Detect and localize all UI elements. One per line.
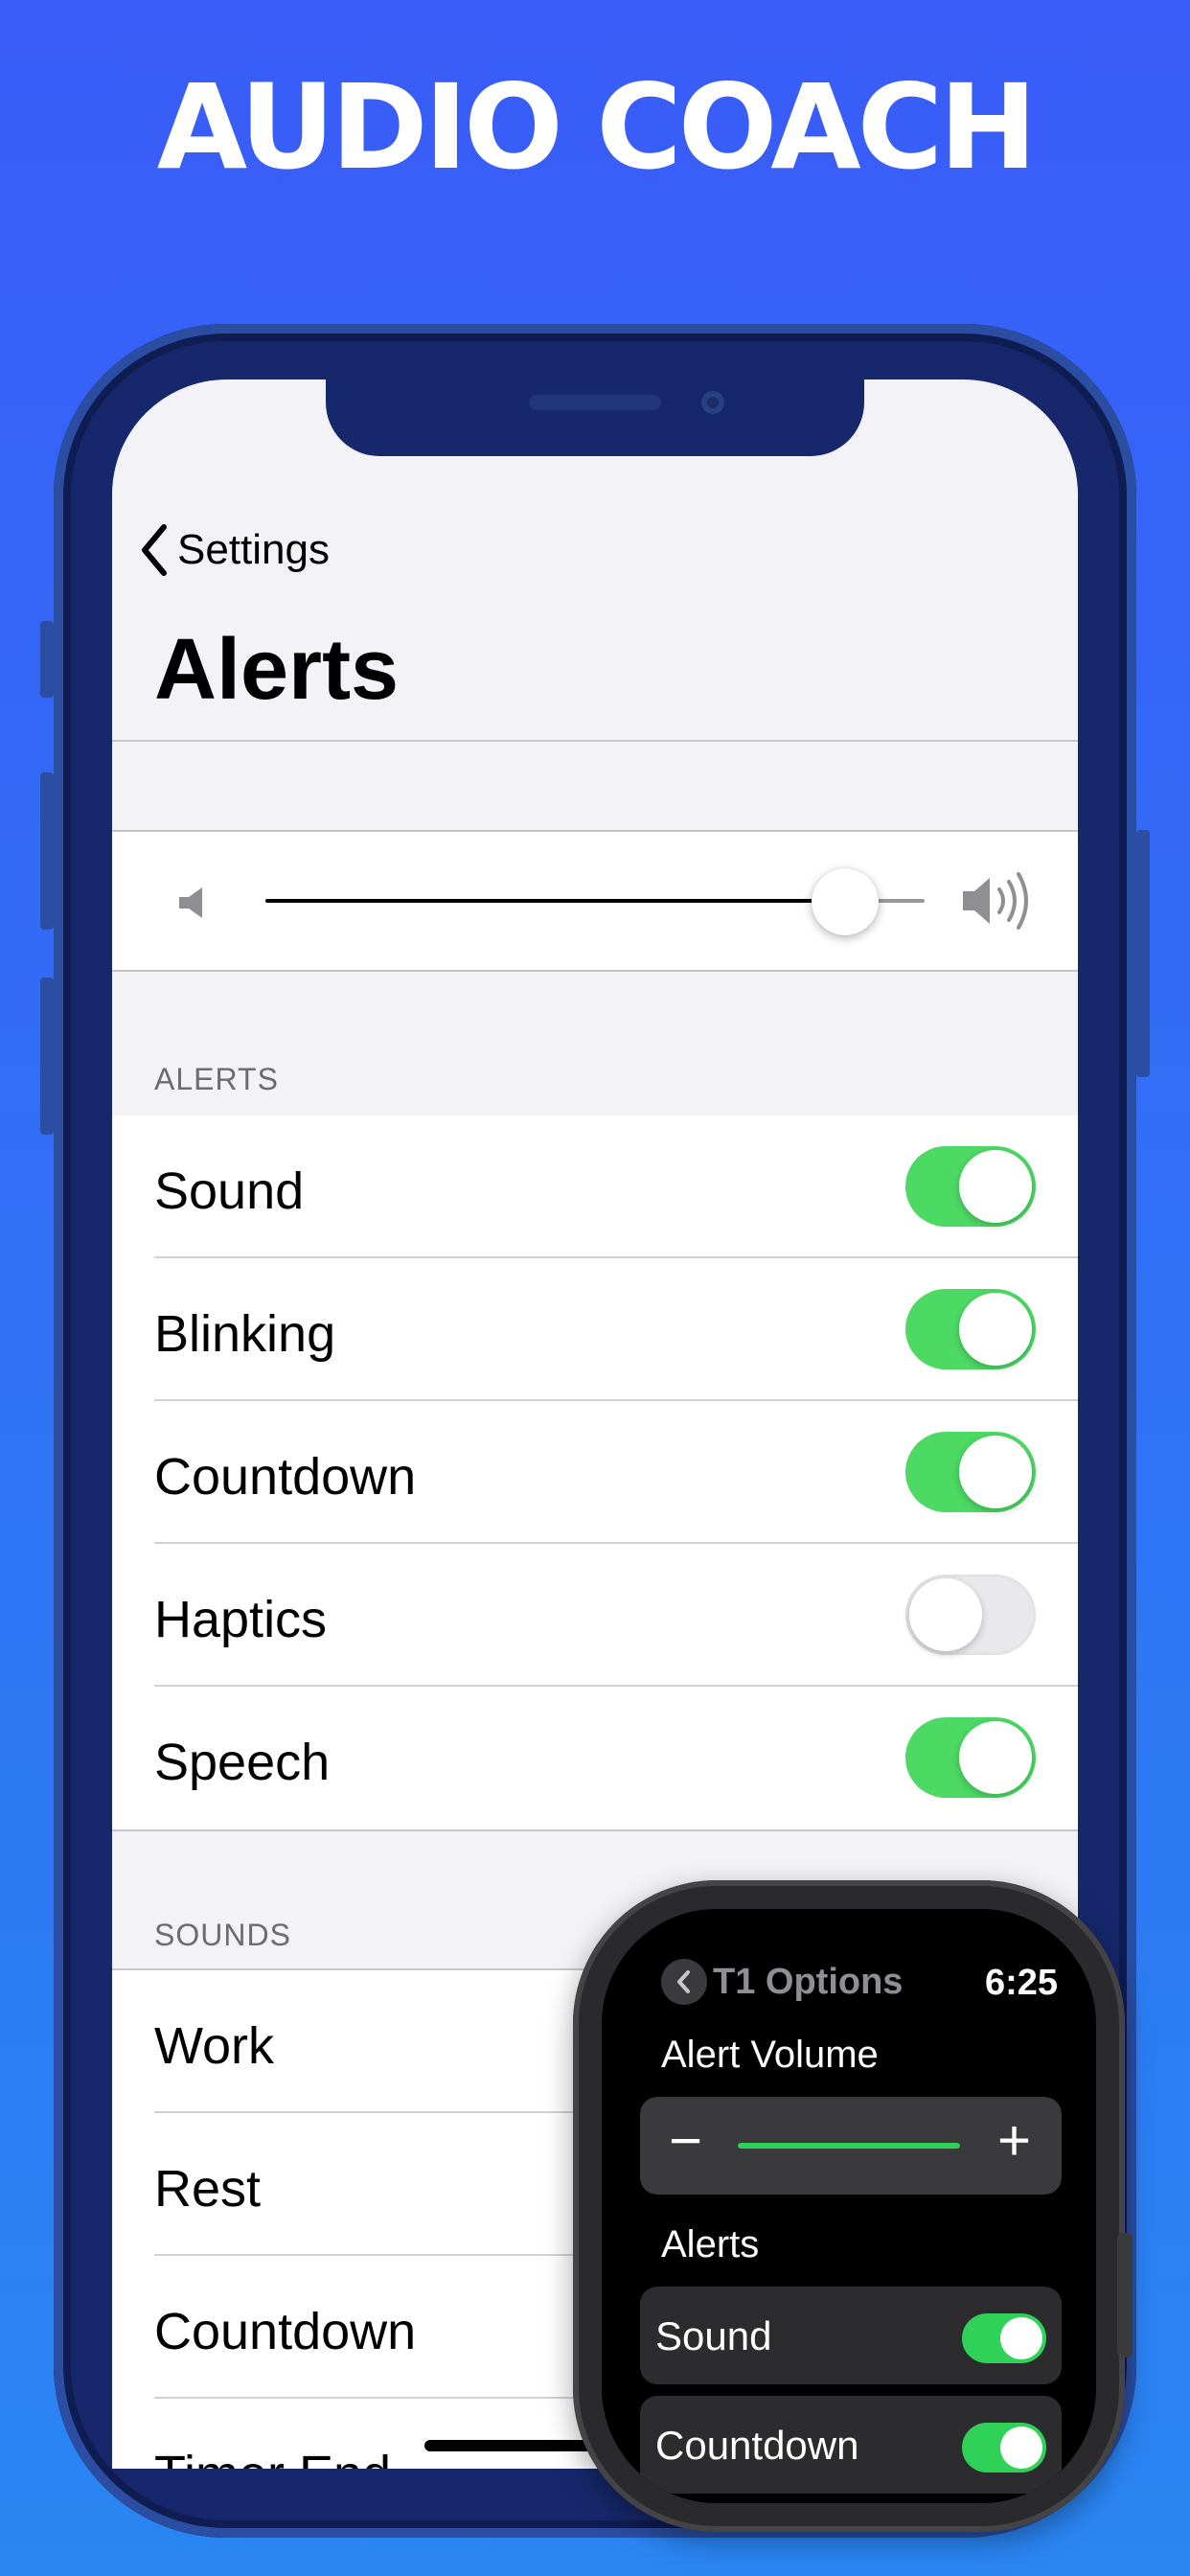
volume-slider-card — [112, 830, 1078, 970]
front-camera — [701, 391, 724, 414]
alert-row-sound[interactable]: Sound — [112, 1116, 1078, 1258]
countdown-toggle[interactable] — [905, 1432, 1036, 1512]
watch-volume-bar-fill — [738, 2143, 960, 2149]
watch-time: 6:25 — [984, 1963, 1058, 2003]
watch-alert-row-countdown[interactable]: Countdown — [640, 2396, 1062, 2494]
watch-alerts-heading: Alerts — [661, 2223, 760, 2266]
speaker-high-icon — [963, 872, 1028, 930]
watch-sound-toggle[interactable] — [962, 2313, 1046, 2363]
chevron-left-icon — [142, 524, 167, 576]
watch-back-label: T1 Options — [713, 1961, 904, 2002]
phone-silent-switch — [40, 621, 54, 698]
alert-row-label: Speech — [154, 1734, 331, 1791]
alert-row-label: Haptics — [154, 1591, 328, 1648]
volume-top-divider — [112, 830, 1078, 832]
alert-row-blinking[interactable]: Blinking — [112, 1258, 1078, 1401]
volume-slider-track-filled[interactable] — [265, 899, 846, 903]
back-button[interactable]: Settings — [135, 521, 330, 579]
watch-alert-row-sound[interactable]: Sound — [640, 2287, 1062, 2384]
alert-row-label: Blinking — [154, 1305, 336, 1363]
watch-volume-heading: Alert Volume — [661, 2034, 879, 2076]
alerts-list: Sound Blinking Countdown Haptics Speech — [112, 1116, 1078, 1829]
haptics-toggle[interactable] — [905, 1575, 1036, 1655]
sounds-section-header: SOUNDS — [154, 1918, 291, 1952]
back-button-label: Settings — [177, 526, 330, 573]
alert-row-countdown[interactable]: Countdown — [112, 1401, 1078, 1544]
sound-row-label: Timer End — [154, 2445, 391, 2469]
sound-row-label: Rest — [154, 2160, 262, 2218]
sound-toggle[interactable] — [905, 1146, 1036, 1227]
page-title: Alerts — [154, 622, 400, 718]
alert-row-haptics[interactable]: Haptics — [112, 1544, 1078, 1687]
phone-volume-down-button — [40, 978, 54, 1135]
watch-back-button[interactable]: T1 Options — [661, 1959, 903, 2005]
phone-volume-up-button — [40, 772, 54, 930]
watch-alert-label: Countdown — [655, 2423, 859, 2468]
watch-alert-label: Sound — [655, 2313, 772, 2358]
watch-chevron-left-icon — [661, 1959, 707, 2005]
watch-countdown-toggle[interactable] — [962, 2423, 1046, 2472]
phone-notch — [326, 380, 864, 456]
blinking-toggle[interactable] — [905, 1289, 1036, 1369]
alert-row-speech[interactable]: Speech — [112, 1687, 1078, 1829]
sound-row-label: Work — [154, 2017, 275, 2075]
watch-volume-bar — [738, 2143, 960, 2149]
speech-toggle[interactable] — [905, 1717, 1036, 1798]
phone-power-button — [1136, 830, 1150, 1077]
alerts-section-header: ALERTS — [154, 1062, 279, 1096]
sound-row-label: Countdown — [154, 2303, 417, 2360]
volume-slider-thumb[interactable] — [812, 868, 880, 935]
volume-bottom-divider — [112, 970, 1078, 972]
earpiece-speaker — [529, 395, 661, 410]
alerts-bottom-divider — [112, 1829, 1078, 1831]
watch-screen: T1 Options 6:25 Alert Volume − + Alerts … — [602, 1909, 1096, 2503]
alert-row-label: Sound — [154, 1162, 305, 1220]
app-title-banner: AUDIO COACH — [156, 59, 1038, 196]
watch-digital-crown[interactable] — [1117, 2233, 1133, 2358]
speaker-low-icon — [179, 887, 202, 918]
watch-volume-control: − + — [640, 2097, 1062, 2195]
watch-volume-minus-button[interactable]: − — [669, 2112, 702, 2170]
header-divider — [112, 740, 1078, 742]
watch-volume-plus-button[interactable]: + — [997, 2112, 1031, 2170]
alert-row-label: Countdown — [154, 1448, 417, 1506]
